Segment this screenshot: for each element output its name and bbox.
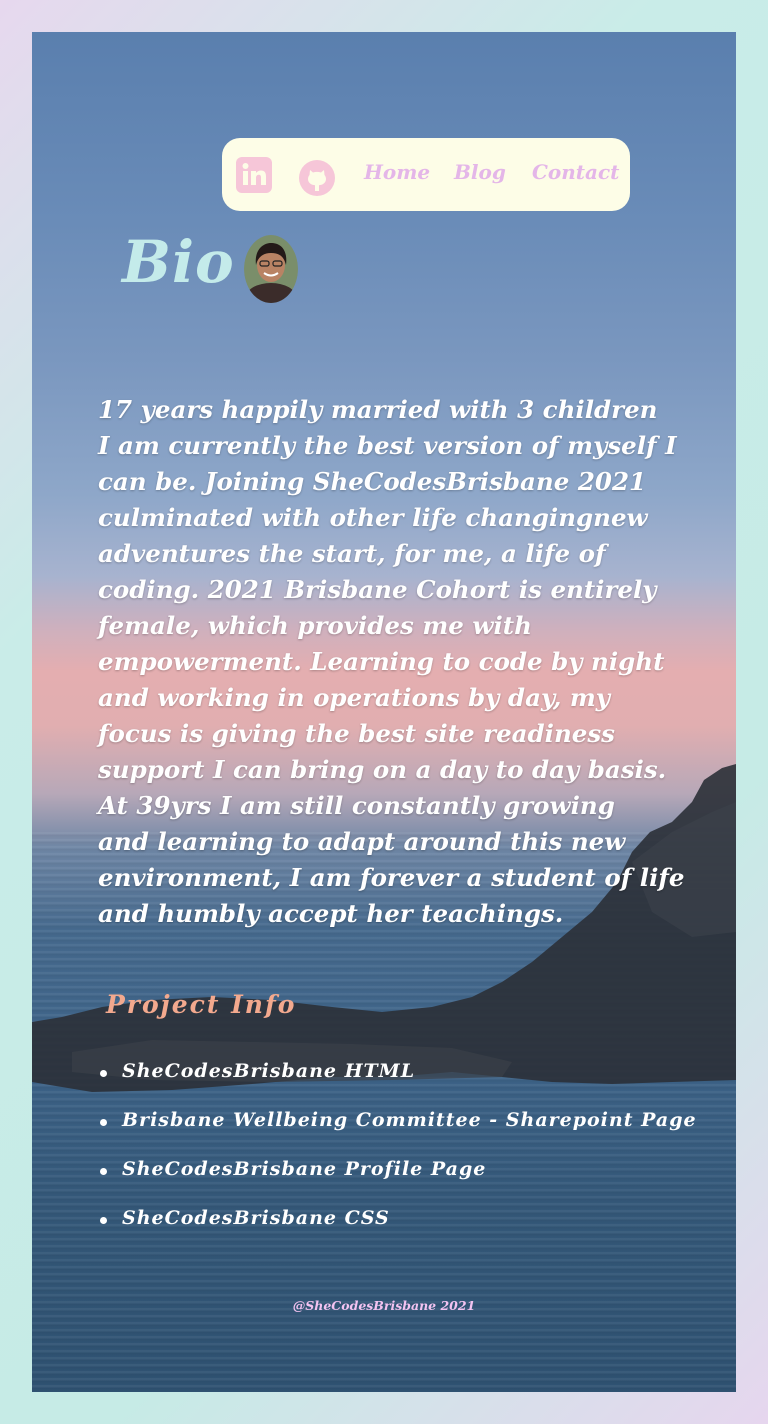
github-icon[interactable]: [299, 160, 335, 196]
bio-line: culminated with other life changingnew: [98, 503, 648, 532]
bio-line: and working in operations by day, my: [98, 683, 611, 712]
project-list: SheCodesBrisbane HTML Brisbane Wellbeing…: [98, 1060, 697, 1256]
project-link-profile[interactable]: SheCodesBrisbane Profile Page: [98, 1158, 697, 1207]
project-link-css[interactable]: SheCodesBrisbane CSS: [98, 1207, 697, 1256]
project-link-html[interactable]: SheCodesBrisbane HTML: [98, 1060, 697, 1109]
background-photo-frame: Home Blog Contact Bio 17 years happily m…: [32, 32, 736, 1392]
avatar: [244, 235, 298, 303]
nav-link-blog[interactable]: Blog: [454, 160, 506, 184]
bio-line: 17 years happily married with 3 children: [98, 395, 658, 424]
bio-line: At 39yrs I am still constantly growing: [98, 791, 615, 820]
top-nav: Home Blog Contact: [222, 138, 630, 211]
bio-title: Bio: [122, 228, 235, 296]
bio-line: focus is giving the best site readiness: [98, 719, 615, 748]
bio-line: adventures the start, for me, a life of: [98, 539, 606, 568]
bio-line: coding. 2021 Brisbane Cohort is entirely: [98, 575, 657, 604]
nav-link-contact[interactable]: Contact: [532, 160, 619, 184]
bio-line: and humbly accept her teachings.: [98, 899, 564, 928]
project-info-heading: Project Info: [106, 990, 297, 1019]
project-link-sharepoint[interactable]: Brisbane Wellbeing Committee - Sharepoin…: [98, 1109, 697, 1158]
bio-line: and learning to adapt around this new: [98, 827, 626, 856]
bio-line: empowerment. Learning to code by night: [98, 647, 665, 676]
bio-line: environment, I am forever a student of l…: [98, 863, 685, 892]
bio-line: support I can bring on a day to day basi…: [98, 755, 667, 784]
nav-link-home[interactable]: Home: [364, 160, 430, 184]
bio-line: can be. Joining SheCodesBrisbane 2021: [98, 467, 647, 496]
linkedin-icon[interactable]: [236, 157, 272, 193]
bio-paragraph: 17 years happily married with 3 children…: [98, 392, 688, 932]
footer-credit: @SheCodesBrisbane 2021: [292, 1298, 476, 1313]
bio-line: female, which provides me with: [98, 611, 532, 640]
bio-line: I am currently the best version of mysel…: [98, 431, 677, 460]
